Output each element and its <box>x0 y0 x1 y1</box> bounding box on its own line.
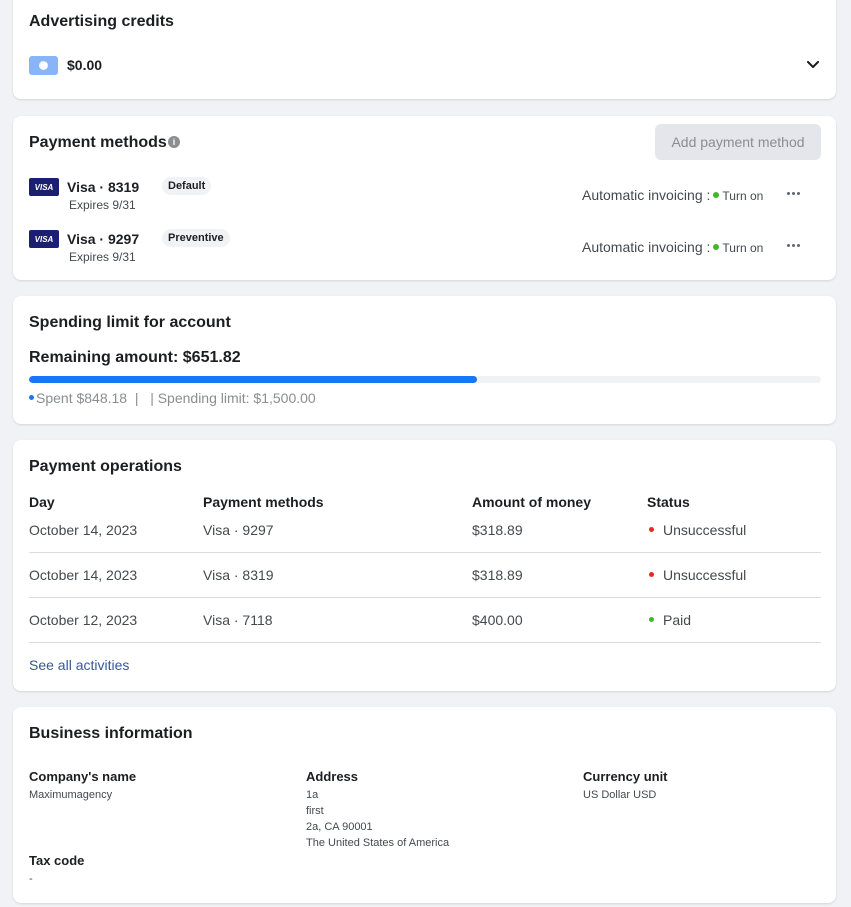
currency-unit-value: US Dollar USD <box>583 789 657 801</box>
row-status: Unsuccessful <box>647 522 746 538</box>
table-row: October 14, 2023 Visa · 9297 $318.89 Uns… <box>29 508 821 553</box>
address-line: 1a <box>306 789 319 801</box>
row-day: October 12, 2023 <box>29 612 138 628</box>
automatic-invoicing: Automatic invoicing : Turn on <box>582 187 763 203</box>
turn-on-link[interactable]: Turn on <box>722 189 763 203</box>
spending-progress-fill <box>29 376 477 383</box>
currency-unit-label: Currency unit <box>583 769 668 784</box>
info-icon[interactable]: i <box>168 136 180 148</box>
advertising-credits-card: Advertising credits $0.00 <box>13 0 836 99</box>
visa-card-icon: VISA <box>29 178 59 196</box>
row-method: Visa · 8319 <box>203 567 274 583</box>
payment-operations-title: Payment operations <box>29 458 182 475</box>
business-information-card: Business information Company's name Maxi… <box>13 707 836 903</box>
row-amount: $318.89 <box>472 567 523 583</box>
spending-limit-card: Spending limit for account Remaining amo… <box>13 296 836 424</box>
credit-amount: $0.00 <box>67 57 103 73</box>
see-all-activities-link[interactable]: See all activities <box>29 657 129 673</box>
status-dot-icon <box>649 617 654 623</box>
row-amount: $318.89 <box>472 522 523 538</box>
row-status-label: Unsuccessful <box>663 522 747 538</box>
spending-separator: | <box>134 390 139 406</box>
row-status: Paid <box>647 612 691 628</box>
status-dot-icon <box>713 192 720 199</box>
payment-methods-title: Payment methods <box>29 134 167 151</box>
company-name-value: Maximumagency <box>29 789 113 801</box>
table-row: October 14, 2023 Visa · 8319 $318.89 Uns… <box>29 553 821 598</box>
payment-method-tag: Default <box>162 177 212 195</box>
row-method: Visa · 7118 <box>203 612 273 628</box>
spent-amount: Spent $848.18 <box>36 390 128 406</box>
address-line: 2a, CA 90001 <box>306 821 373 833</box>
turn-on-link[interactable]: Turn on <box>722 241 763 255</box>
spending-limit-amount: | Spending limit: $1,500.00 <box>150 390 316 406</box>
more-options-icon[interactable] <box>785 185 801 201</box>
advertising-credits-title: Advertising credits <box>29 13 174 30</box>
address-line: The United States of America <box>306 837 450 849</box>
tax-code-label: Tax code <box>29 853 85 868</box>
credit-icon <box>29 56 58 75</box>
address-line: first <box>306 805 324 817</box>
spending-progress-bar <box>29 376 821 383</box>
address-value: 1a first 2a, CA 90001 The United States … <box>306 787 449 851</box>
automatic-invoicing-label: Automatic invoicing : <box>582 239 711 255</box>
row-status-label: Unsuccessful <box>663 567 747 583</box>
status-dot-icon <box>713 244 720 251</box>
payment-method-row: VISA Visa · 8319 Default Expires 9/31 Au… <box>29 176 819 216</box>
spent-dot-icon <box>29 395 34 401</box>
remaining-amount: Remaining amount: $651.82 <box>29 349 241 366</box>
spending-limit-title: Spending limit for account <box>29 314 231 331</box>
business-information-title: Business information <box>29 725 193 742</box>
status-dot-icon <box>649 572 654 578</box>
payment-methods-card: Payment methods i Add payment method VIS… <box>13 116 836 280</box>
row-method: Visa · 9297 <box>203 522 274 538</box>
payment-operations-card: Payment operations Day Payment methods A… <box>13 440 836 691</box>
payment-method-tag: Preventive <box>162 229 230 247</box>
payment-method-name: Visa · 8319 <box>67 179 140 195</box>
status-dot-icon <box>649 527 654 533</box>
automatic-invoicing: Automatic invoicing : Turn on <box>582 239 763 255</box>
row-status: Unsuccessful <box>647 567 746 583</box>
row-day: October 14, 2023 <box>29 522 138 538</box>
spending-summary: Spent $848.18 | | Spending limit: $1,500… <box>29 390 316 406</box>
address-label: Address <box>306 769 359 784</box>
payment-method-expiry: Expires 9/31 <box>69 250 136 264</box>
row-amount: $400.00 <box>472 612 523 628</box>
payment-method-row: VISA Visa · 9297 Preventive Expires 9/31… <box>29 228 819 268</box>
table-row: October 12, 2023 Visa · 7118 $400.00 Pai… <box>29 598 821 643</box>
automatic-invoicing-label: Automatic invoicing : <box>582 187 711 203</box>
payment-method-expiry: Expires 9/31 <box>69 198 136 212</box>
company-name-label: Company's name <box>29 769 137 784</box>
row-day: October 14, 2023 <box>29 567 138 583</box>
more-options-icon[interactable] <box>785 237 801 253</box>
chevron-down-icon[interactable] <box>803 55 823 75</box>
payment-method-name: Visa · 9297 <box>67 231 140 247</box>
tax-code-value: - <box>29 873 33 885</box>
visa-card-icon: VISA <box>29 230 59 248</box>
add-payment-method-button[interactable]: Add payment method <box>655 124 821 160</box>
row-status-label: Paid <box>663 612 692 628</box>
